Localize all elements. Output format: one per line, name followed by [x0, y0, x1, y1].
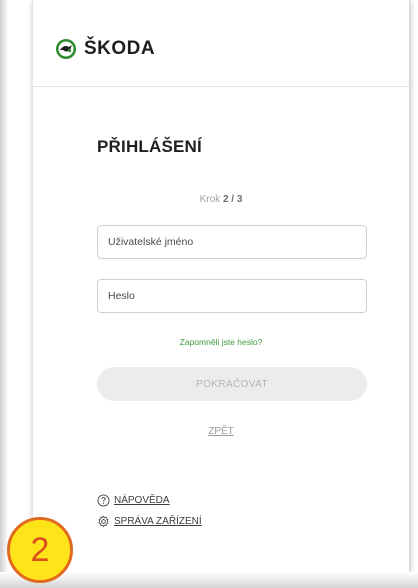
help-label: NÁPOVĚDA — [114, 495, 170, 506]
brand-header: ŠKODA — [55, 37, 155, 61]
help-link[interactable]: NÁPOVĚDA — [97, 494, 170, 507]
device-management-link[interactable]: SPRÁVA ZAŘÍZENÍ — [97, 515, 202, 528]
password-input[interactable] — [97, 279, 367, 313]
header-divider — [33, 86, 409, 87]
brand-name: ŠKODA — [84, 38, 156, 59]
back-link[interactable]: ZPĚT — [33, 426, 409, 437]
page-title: PŘIHLÁŠENÍ — [97, 137, 202, 156]
username-input[interactable] — [97, 225, 367, 259]
step-current: 2 / 3 — [222, 194, 243, 205]
gear-icon — [98, 515, 109, 528]
skoda-arrow-icon — [56, 39, 76, 59]
step-indicator: Krok 2 / 3 — [33, 194, 409, 205]
device-management-label: SPRÁVA ZAŘÍZENÍ — [114, 516, 202, 527]
login-card: ŠKODA PŘIHLÁŠENÍ Krok 2 / 3 Zapomněli js… — [32, 0, 410, 572]
window-edge-shadow — [0, 0, 8, 588]
step-number-badge: 2 — [7, 517, 73, 583]
question-circle-icon — [97, 494, 110, 507]
forgot-password-link[interactable]: Zapomněli jste heslo? — [33, 337, 409, 347]
continue-button[interactable]: POKRAČOVAT — [97, 367, 367, 401]
window-bottom-shadow — [0, 572, 418, 588]
step-prefix: Krok — [199, 194, 221, 205]
